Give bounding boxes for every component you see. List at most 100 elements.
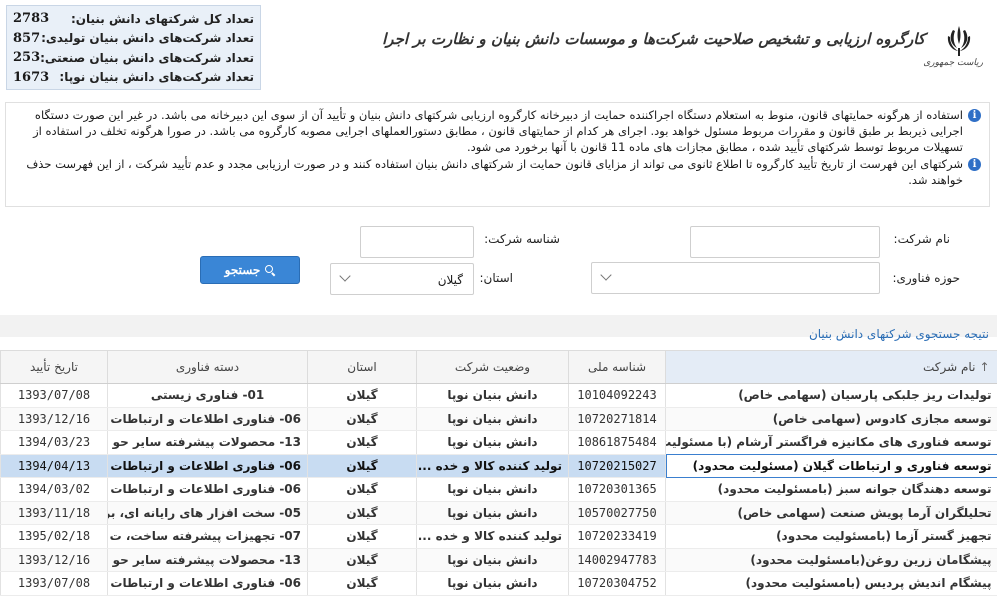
stat-label: تعداد کل شرکتهای دانش بنیان: <box>70 11 254 26</box>
cell-category: 06- فناوری اطلاعات و ارتباطات و ... <box>107 454 308 478</box>
stat-value: 1673 <box>13 69 50 85</box>
column-header-category[interactable]: دسته فناوری <box>107 350 308 384</box>
cell-status: دانش بنیان نوپا <box>416 430 569 455</box>
stat-label: تعداد شرکت‌های دانش بنیان تولیدی: <box>41 31 254 46</box>
cell-name: توسعه دهندگان جوانه سبز (بامسئولیت محدود… <box>665 477 997 502</box>
cell-status: دانش بنیان نوپا <box>416 571 569 596</box>
chevron-down-icon <box>339 270 351 282</box>
cell-name: توسعه مجازی کادوس (سهامی خاص) <box>665 407 997 431</box>
cell-name: تحلیلگران آرما پویش صنعت (سهامی خاص) <box>665 501 997 525</box>
site-title: کارگروه ارزیابی و تشخیص صلاحیت شرکت‌ها و… <box>382 30 925 48</box>
cell-status: دانش بنیان نوپا <box>416 501 569 525</box>
column-header-status[interactable]: وضعیت شرکت <box>416 350 569 384</box>
province-select[interactable]: گیلان <box>330 263 474 295</box>
emblem-caption: ریاست جمهوری <box>923 58 983 68</box>
column-header-name[interactable]: ↑نام شرکت <box>665 350 997 384</box>
stat-label: تعداد شرکت‌های دانش بنیان نوپا: <box>59 70 254 85</box>
notice-box: i استفاده از هرگونه حمایتهای قانون، منوط… <box>5 102 990 207</box>
table-row[interactable]: پیشگامان زرین روغن(بامسئولیت محدود) 1400… <box>0 548 997 572</box>
cell-date: 1394/03/02 <box>0 477 108 502</box>
cell-date: 1393/07/08 <box>0 383 108 408</box>
cell-province: گیلان <box>307 383 417 408</box>
stat-industrial: تعداد شرکت‌های دانش بنیان صنعتی: 253 <box>13 48 254 68</box>
stat-value: 857 <box>13 30 41 46</box>
province-value: گیلان <box>437 273 463 287</box>
stat-total: تعداد کل شرکتهای دانش بنیان: 2783 <box>13 9 254 29</box>
table-row[interactable]: توسعه فناوری های مکانیزه فراگستر آرشام (… <box>0 430 997 455</box>
cell-date: 1395/02/18 <box>0 524 108 549</box>
table-row[interactable]: تحلیلگران آرما پویش صنعت (سهامی خاص) 105… <box>0 501 997 525</box>
cell-province: گیلان <box>307 407 417 431</box>
table-row[interactable]: توسعه مجازی کادوس (سهامی خاص) 1072027181… <box>0 407 997 431</box>
column-header-date[interactable]: تاریخ تأیید <box>0 350 108 384</box>
column-header-national-id[interactable]: شناسه ملی <box>568 350 666 384</box>
cell-province: گیلان <box>307 548 417 572</box>
cell-category: 01- فناوری زیستی <box>107 383 308 408</box>
cell-date: 1393/12/16 <box>0 548 108 572</box>
notice-text-2: شرکتهای این فهرست از تاریخ تأیید کارگروه… <box>26 157 963 187</box>
cell-status: دانش بنیان نوپا <box>416 548 569 572</box>
cell-date: 1394/03/23 <box>0 430 108 455</box>
cell-national-id: 10861875484 <box>568 430 666 455</box>
cell-name: تجهیز گستر آزما (بامسئولیت محدود) <box>665 524 997 549</box>
cell-national-id: 10720304752 <box>568 571 666 596</box>
cell-national-id: 10720301365 <box>568 477 666 502</box>
notice-text-1: استفاده از هرگونه حمایتهای قانون، منوط ب… <box>33 108 963 154</box>
cell-date: 1393/11/18 <box>0 501 108 525</box>
cell-province: گیلان <box>307 501 417 525</box>
company-id-input[interactable] <box>360 226 474 258</box>
company-name-label: نام شرکت: <box>893 232 950 246</box>
info-icon: i <box>968 158 981 171</box>
info-icon: i <box>968 109 981 122</box>
company-id-label: شناسه شرکت: <box>484 232 560 246</box>
tech-area-select[interactable] <box>591 262 880 294</box>
search-icon <box>265 265 275 275</box>
table-row[interactable]: تجهیز گستر آزما (بامسئولیت محدود) 107202… <box>0 524 997 549</box>
cell-national-id: 10104092243 <box>568 383 666 408</box>
cell-province: گیلان <box>307 571 417 596</box>
company-name-input[interactable] <box>690 226 880 258</box>
notice-paragraph: i استفاده از هرگونه حمایتهای قانون، منوط… <box>16 107 981 155</box>
cell-name: پیشگام اندیش پردیس (بامسئولیت محدود) <box>665 571 997 596</box>
cell-category: 06- فناوری اطلاعات و ارتباطات و ... <box>107 477 308 502</box>
table-row[interactable]: پیشگام اندیش پردیس (بامسئولیت محدود) 107… <box>0 571 997 596</box>
cell-category: 06- فناوری اطلاعات و ارتباطات و ... <box>107 571 308 596</box>
tech-area-label: حوزه فناوری: <box>892 271 960 285</box>
table-row[interactable]: توسعه دهندگان جوانه سبز (بامسئولیت محدود… <box>0 477 997 502</box>
stat-value: 253 <box>13 50 41 66</box>
cell-category: 07- تجهیزات پیشرفته ساخت، ت ... <box>107 524 308 549</box>
government-logo: ریاست جمهوری <box>923 24 983 72</box>
cell-name: پیشگامان زرین روغن(بامسئولیت محدود) <box>665 548 997 572</box>
notice-paragraph: i شرکتهای این فهرست از تاریخ تأیید کارگر… <box>16 156 981 188</box>
cell-name: تولیدات ریز جلبکی پارسیان (سهامی خاص) <box>665 383 997 408</box>
chevron-down-icon <box>600 269 612 281</box>
cell-category: 06- فناوری اطلاعات و ارتباطات و ... <box>107 407 308 431</box>
cell-category: 13- محصولات پیشرفته سایر حو ... <box>107 430 308 455</box>
cell-date: 1393/07/08 <box>0 571 108 596</box>
search-button-label: جستجو <box>224 263 261 277</box>
table-row-selected[interactable]: توسعه فناوری و ارتباطات گیلان (مسئولیت م… <box>0 454 997 478</box>
cell-national-id: 14002947783 <box>568 548 666 572</box>
page-header: ریاست جمهوری کارگروه ارزیابی و تشخیص صلا… <box>0 0 997 95</box>
cell-status: دانش بنیان نوپا <box>416 477 569 502</box>
cell-date: 1394/04/13 <box>0 454 108 478</box>
cell-category: 13- محصولات پیشرفته سایر حو ... <box>107 548 308 572</box>
cell-category: 05- سخت افزار های رایانه ای، بر ... <box>107 501 308 525</box>
province-label: استان: <box>479 271 513 285</box>
cell-status: تولید کننده کالا و خده ... <box>416 524 569 549</box>
stat-production: تعداد شرکت‌های دانش بنیان تولیدی: 857 <box>13 29 254 49</box>
cell-name: توسعه فناوری های مکانیزه فراگستر آرشام (… <box>665 430 997 455</box>
column-header-province[interactable]: استان <box>307 350 417 384</box>
table-header-row: ↑نام شرکت شناسه ملی وضعیت شرکت استان دست… <box>0 350 997 384</box>
cell-status: دانش بنیان نوپا <box>416 407 569 431</box>
cell-national-id: 10720271814 <box>568 407 666 431</box>
cell-national-id: 10720215027 <box>568 454 666 478</box>
cell-date: 1393/12/16 <box>0 407 108 431</box>
table-row[interactable]: تولیدات ریز جلبکی پارسیان (سهامی خاص) 10… <box>0 383 997 408</box>
cell-status: دانش بنیان نوپا <box>416 383 569 408</box>
emblem-icon <box>947 26 971 56</box>
search-button[interactable]: جستجو <box>200 256 300 284</box>
cell-name: توسعه فناوری و ارتباطات گیلان (مسئولیت م… <box>665 454 997 478</box>
cell-province: گیلان <box>307 430 417 455</box>
cell-national-id: 10570027750 <box>568 501 666 525</box>
